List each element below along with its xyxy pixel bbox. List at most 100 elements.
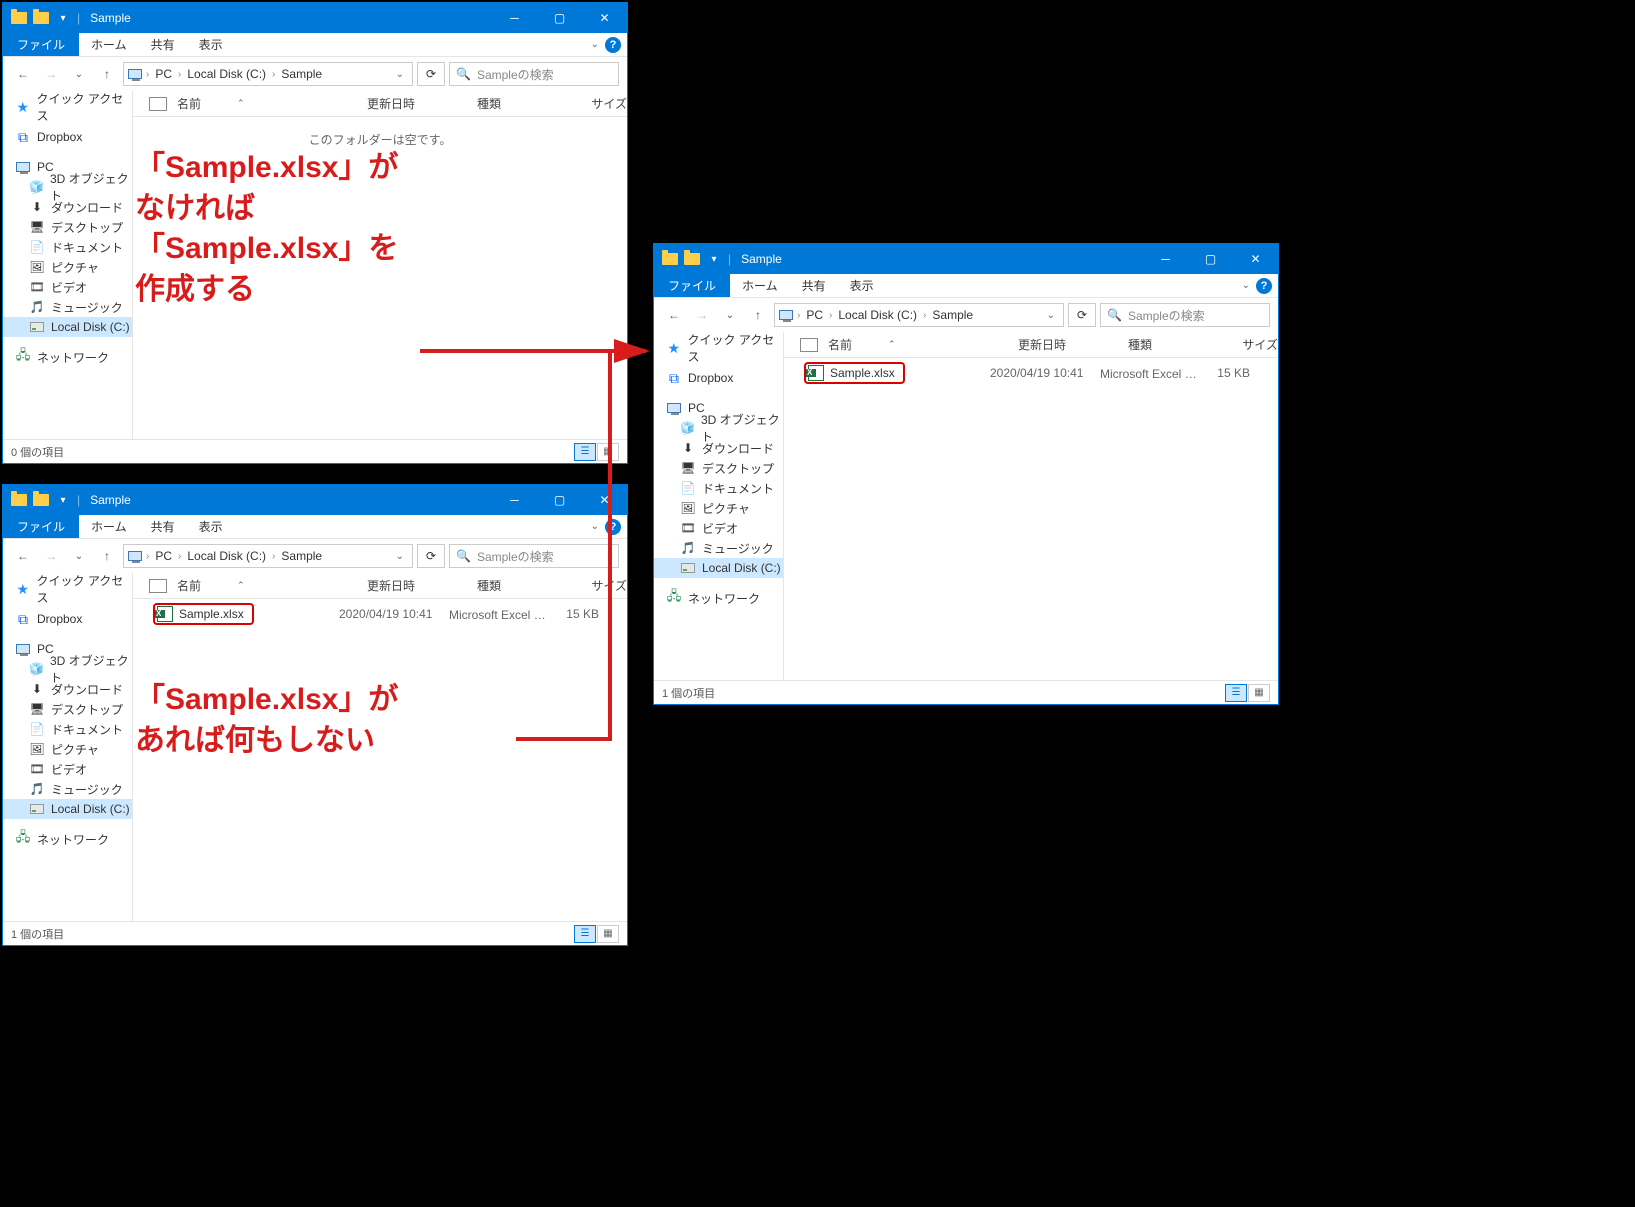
details-view-button[interactable]: ☰: [574, 925, 596, 943]
sidebar-item-local-disk[interactable]: Local Disk (C:): [3, 799, 132, 819]
refresh-button[interactable]: ⟳: [417, 544, 445, 568]
maximize-button[interactable]: ▢: [537, 3, 582, 33]
column-size[interactable]: サイズ: [577, 577, 627, 594]
refresh-button[interactable]: ⟳: [417, 62, 445, 86]
expand-ribbon-icon[interactable]: ⌄: [591, 33, 599, 56]
close-button[interactable]: ✕: [582, 485, 627, 515]
sidebar-item-3d[interactable]: 🧊3D オブジェクト: [3, 659, 132, 679]
file-row[interactable]: Sample.xlsx 2020/04/19 10:41 Microsoft E…: [149, 603, 611, 625]
forward-button[interactable]: →: [690, 303, 714, 327]
tab-view[interactable]: 表示: [838, 274, 886, 297]
breadcrumb[interactable]: Sample: [930, 308, 975, 322]
breadcrumb[interactable]: PC: [804, 308, 825, 322]
column-name[interactable]: 名前⌃: [828, 336, 1018, 353]
column-date[interactable]: 更新日時: [1018, 336, 1128, 353]
chevron-right-icon[interactable]: ›: [795, 310, 802, 321]
sidebar-item-documents[interactable]: 📄ドキュメント: [654, 478, 783, 498]
recent-dropdown[interactable]: ⌄: [67, 544, 91, 568]
column-size[interactable]: サイズ: [1228, 336, 1278, 353]
chevron-right-icon[interactable]: ›: [270, 69, 277, 80]
titlebar[interactable]: ▾ | Sample ─ ▢ ✕: [654, 244, 1278, 274]
address-bar[interactable]: › PC › Local Disk (C:) › Sample ⌄: [774, 303, 1064, 327]
sidebar-item-network[interactable]: 🖧ネットワーク: [3, 829, 132, 849]
select-all-checkbox[interactable]: [149, 97, 167, 111]
minimize-button[interactable]: ─: [492, 485, 537, 515]
icons-view-button[interactable]: ▦: [597, 925, 619, 943]
back-button[interactable]: ←: [11, 544, 35, 568]
tab-share[interactable]: 共有: [139, 515, 187, 538]
sidebar-item-network[interactable]: 🖧ネットワーク: [3, 347, 132, 367]
sidebar-item-local-disk[interactable]: Local Disk (C:): [3, 317, 132, 337]
column-name[interactable]: 名前⌃: [177, 577, 367, 594]
file-list[interactable]: Sample.xlsx 2020/04/19 10:41 Microsoft E…: [133, 599, 627, 921]
sidebar-item-music[interactable]: 🎵ミュージック: [3, 297, 132, 317]
breadcrumb[interactable]: Sample: [279, 549, 324, 563]
help-button[interactable]: ?: [605, 515, 621, 538]
sidebar-item-desktop[interactable]: 🖥デスクトップ: [3, 699, 132, 719]
sidebar-item-music[interactable]: 🎵ミュージック: [654, 538, 783, 558]
close-button[interactable]: ✕: [582, 3, 627, 33]
expand-ribbon-icon[interactable]: ⌄: [591, 515, 599, 538]
column-name[interactable]: 名前⌃: [177, 95, 367, 112]
column-type[interactable]: 種類: [477, 95, 577, 112]
tab-view[interactable]: 表示: [187, 33, 235, 56]
sidebar-item-3d[interactable]: 🧊3D オブジェクト: [3, 177, 132, 197]
chevron-right-icon[interactable]: ›: [270, 551, 277, 562]
refresh-button[interactable]: ⟳: [1068, 303, 1096, 327]
sidebar-item-pictures[interactable]: 🖼ピクチャ: [654, 498, 783, 518]
address-dropdown-icon[interactable]: ⌄: [392, 69, 408, 80]
sidebar-item-quick[interactable]: ★クイック アクセス: [3, 97, 132, 117]
details-view-button[interactable]: ☰: [1225, 684, 1247, 702]
sidebar-item-pictures[interactable]: 🖼ピクチャ: [3, 739, 132, 759]
tab-view[interactable]: 表示: [187, 515, 235, 538]
select-all-checkbox[interactable]: [149, 579, 167, 593]
maximize-button[interactable]: ▢: [537, 485, 582, 515]
chevron-right-icon[interactable]: ›: [176, 69, 183, 80]
breadcrumb[interactable]: Local Disk (C:): [836, 308, 919, 322]
tab-home[interactable]: ホーム: [79, 515, 139, 538]
tab-file[interactable]: ファイル: [3, 515, 79, 538]
sidebar-item-local-disk[interactable]: Local Disk (C:): [654, 558, 783, 578]
maximize-button[interactable]: ▢: [1188, 244, 1233, 274]
column-type[interactable]: 種類: [477, 577, 577, 594]
titlebar[interactable]: ▾ | Sample ─ ▢ ✕: [3, 3, 627, 33]
breadcrumb[interactable]: Sample: [279, 67, 324, 81]
qat-dropdown-icon[interactable]: ▾: [55, 492, 71, 508]
breadcrumb[interactable]: PC: [153, 549, 174, 563]
up-button[interactable]: ↑: [746, 303, 770, 327]
search-input[interactable]: 🔍 Sampleの検索: [449, 62, 619, 86]
sidebar-item-downloads[interactable]: ⬇ダウンロード: [654, 438, 783, 458]
sidebar-item-videos[interactable]: 🎞ビデオ: [3, 277, 132, 297]
tab-share[interactable]: 共有: [139, 33, 187, 56]
file-list[interactable]: Sample.xlsx 2020/04/19 10:41 Microsoft E…: [784, 358, 1278, 680]
tab-file[interactable]: ファイル: [654, 274, 730, 297]
sidebar-item-quick[interactable]: ★クイック アクセス: [3, 579, 132, 599]
icons-view-button[interactable]: ▦: [597, 443, 619, 461]
recent-dropdown[interactable]: ⌄: [718, 303, 742, 327]
column-type[interactable]: 種類: [1128, 336, 1228, 353]
tab-home[interactable]: ホーム: [730, 274, 790, 297]
sidebar-item-music[interactable]: 🎵ミュージック: [3, 779, 132, 799]
qat-dropdown-icon[interactable]: ▾: [706, 251, 722, 267]
sidebar-item-videos[interactable]: 🎞ビデオ: [3, 759, 132, 779]
forward-button[interactable]: →: [39, 544, 63, 568]
column-size[interactable]: サイズ: [577, 95, 627, 112]
address-bar[interactable]: › PC › Local Disk (C:) › Sample ⌄: [123, 62, 413, 86]
sidebar-item-desktop[interactable]: 🖥デスクトップ: [654, 458, 783, 478]
file-row[interactable]: Sample.xlsx 2020/04/19 10:41 Microsoft E…: [800, 362, 1262, 384]
address-bar[interactable]: › PC › Local Disk (C:) › Sample ⌄: [123, 544, 413, 568]
chevron-right-icon[interactable]: ›: [176, 551, 183, 562]
help-button[interactable]: ?: [1256, 274, 1272, 297]
sidebar-item-videos[interactable]: 🎞ビデオ: [654, 518, 783, 538]
breadcrumb[interactable]: Local Disk (C:): [185, 549, 268, 563]
file-list[interactable]: このフォルダーは空です。: [133, 117, 627, 439]
chevron-right-icon[interactable]: ›: [144, 69, 151, 80]
address-dropdown-icon[interactable]: ⌄: [1043, 310, 1059, 321]
details-view-button[interactable]: ☰: [574, 443, 596, 461]
minimize-button[interactable]: ─: [1143, 244, 1188, 274]
chevron-right-icon[interactable]: ›: [921, 310, 928, 321]
titlebar[interactable]: ▾ | Sample ─ ▢ ✕: [3, 485, 627, 515]
back-button[interactable]: ←: [11, 62, 35, 86]
search-input[interactable]: 🔍 Sampleの検索: [449, 544, 619, 568]
select-all-checkbox[interactable]: [800, 338, 818, 352]
